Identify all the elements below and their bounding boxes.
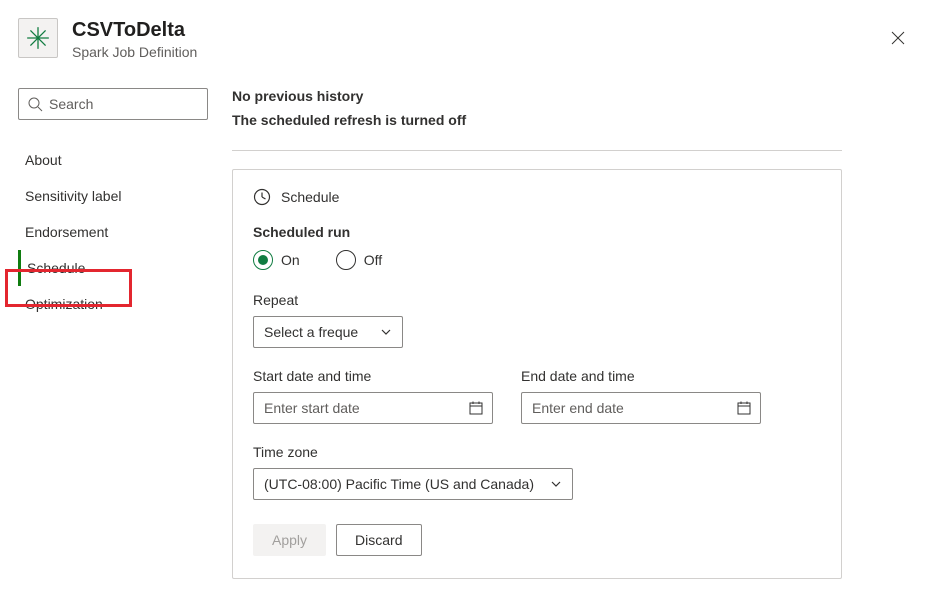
end-date-placeholder: Enter end date (532, 400, 624, 416)
status-refresh-off: The scheduled refresh is turned off (232, 112, 842, 128)
end-date-label: End date and time (521, 368, 761, 384)
repeat-value: Select a freque (264, 324, 358, 340)
scheduled-run-radio-group: On Off (253, 250, 821, 270)
calendar-icon (468, 400, 484, 416)
card-header-label: Schedule (281, 189, 339, 205)
start-date-input[interactable]: Enter start date (253, 392, 493, 424)
sidebar-item-endorsement[interactable]: Endorsement (18, 214, 208, 250)
sidebar-item-about[interactable]: About (18, 142, 208, 178)
end-date-input[interactable]: Enter end date (521, 392, 761, 424)
close-button[interactable] (882, 22, 914, 54)
page-header: CSVToDelta Spark Job Definition (0, 0, 942, 60)
timezone-label: Time zone (253, 444, 821, 460)
radio-off[interactable]: Off (336, 250, 382, 270)
page-title: CSVToDelta (72, 18, 882, 42)
search-icon (27, 96, 43, 112)
divider (232, 150, 842, 151)
radio-on-label: On (281, 252, 300, 268)
clock-icon (253, 188, 271, 206)
spark-icon (25, 25, 51, 51)
timezone-value: (UTC-08:00) Pacific Time (US and Canada) (264, 476, 534, 492)
status-no-history: No previous history (232, 88, 842, 104)
sidebar: About Sensitivity label Endorsement Sche… (18, 88, 208, 579)
start-date-placeholder: Enter start date (264, 400, 360, 416)
sidebar-item-label: About (25, 152, 62, 168)
apply-button-label: Apply (272, 532, 307, 548)
sidebar-item-optimization[interactable]: Optimization (18, 286, 208, 322)
card-header: Schedule (253, 188, 821, 206)
radio-on-circle (253, 250, 273, 270)
search-input[interactable] (49, 96, 199, 112)
discard-button-label: Discard (355, 532, 402, 548)
timezone-select[interactable]: (UTC-08:00) Pacific Time (US and Canada) (253, 468, 573, 500)
page-subtitle: Spark Job Definition (72, 44, 882, 60)
radio-off-circle (336, 250, 356, 270)
calendar-icon (736, 400, 752, 416)
chevron-down-icon (380, 326, 392, 338)
sidebar-item-schedule[interactable]: Schedule (18, 250, 208, 286)
start-date-label: Start date and time (253, 368, 493, 384)
repeat-select[interactable]: Select a freque (253, 316, 403, 348)
sidebar-item-label: Optimization (25, 296, 103, 312)
main-content: No previous history The scheduled refres… (232, 88, 842, 579)
radio-on[interactable]: On (253, 250, 300, 270)
sidebar-item-sensitivity-label[interactable]: Sensitivity label (18, 178, 208, 214)
chevron-down-icon (550, 478, 562, 490)
discard-button[interactable]: Discard (336, 524, 421, 556)
schedule-card: Schedule Scheduled run On Off Repeat (232, 169, 842, 579)
sidebar-item-label: Endorsement (25, 224, 108, 240)
search-input-container[interactable] (18, 88, 208, 120)
repeat-label: Repeat (253, 292, 821, 308)
sidebar-item-label: Sensitivity label (25, 188, 122, 204)
apply-button: Apply (253, 524, 326, 556)
app-icon (18, 18, 58, 58)
scheduled-run-label: Scheduled run (253, 224, 821, 240)
radio-off-label: Off (364, 252, 382, 268)
close-icon (891, 31, 905, 45)
sidebar-item-label: Schedule (27, 260, 85, 276)
